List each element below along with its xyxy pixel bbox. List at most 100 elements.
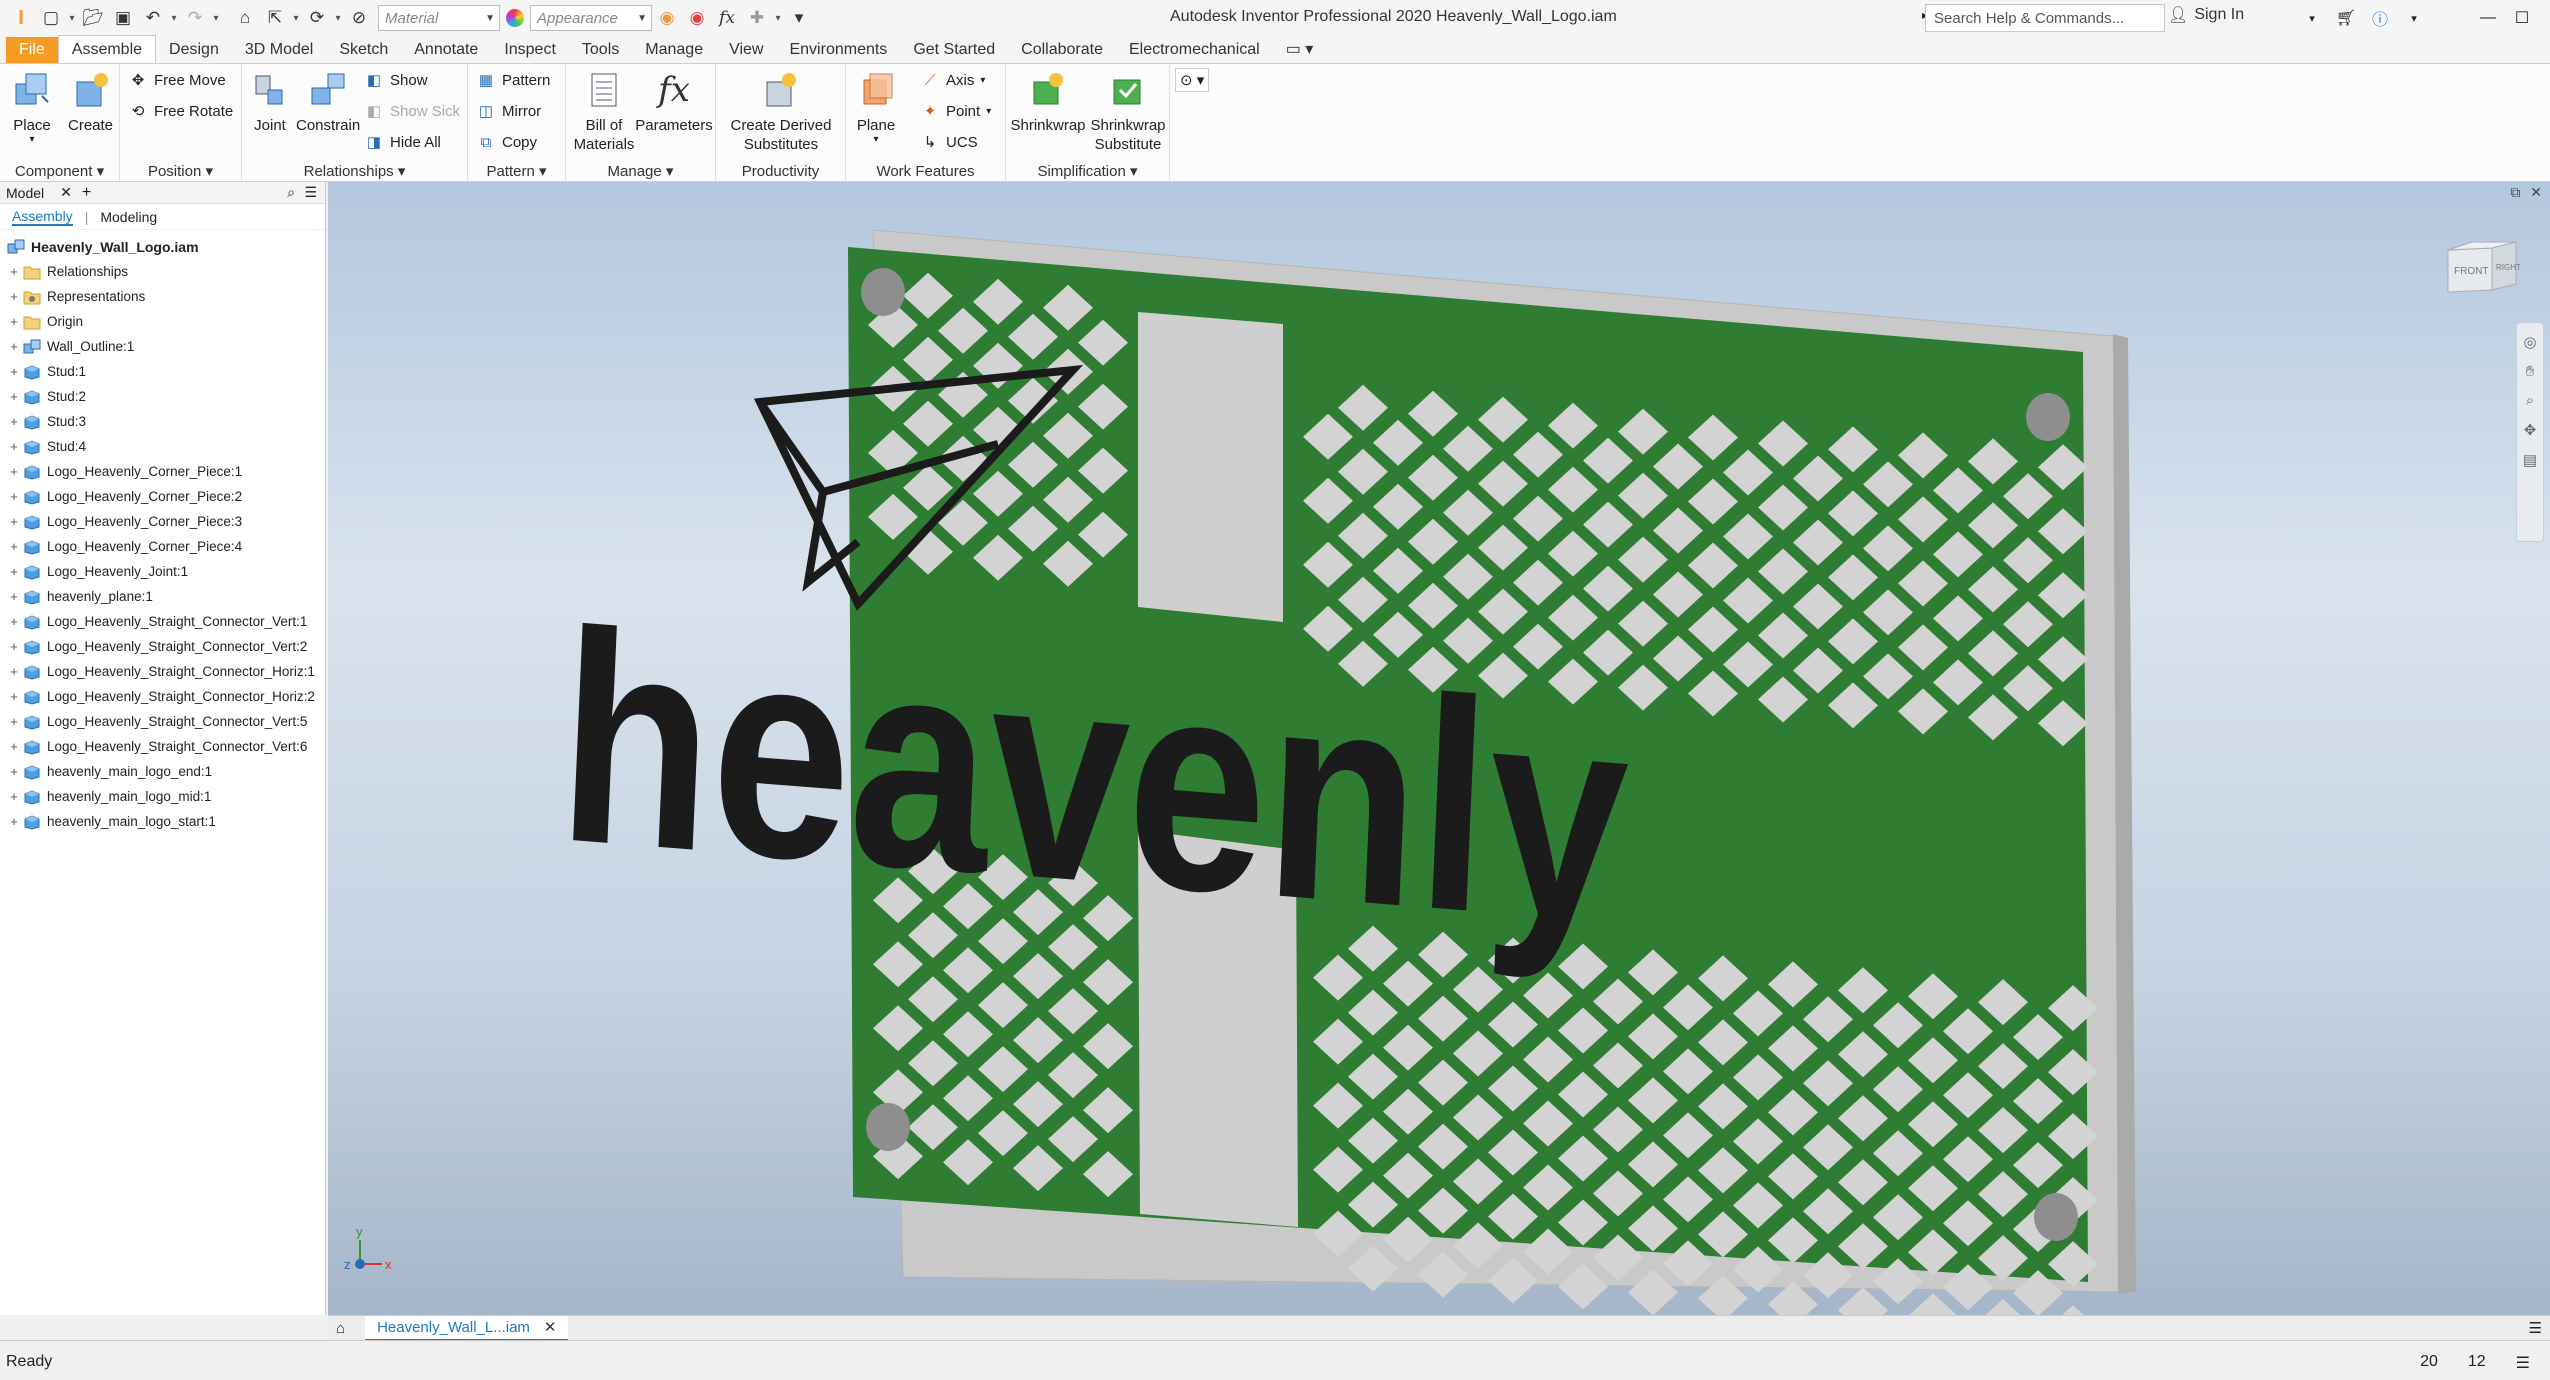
tab-inspect[interactable]: Inspect bbox=[491, 37, 569, 63]
tree-item[interactable]: + Stud:1 bbox=[0, 359, 325, 384]
constrain-button[interactable]: Constrain bbox=[296, 68, 360, 135]
search-icon[interactable]: ⌕ bbox=[287, 184, 295, 201]
expand-icon[interactable]: + bbox=[6, 714, 22, 729]
tab-collaborate[interactable]: Collaborate bbox=[1008, 37, 1116, 63]
close-icon[interactable]: ✕ bbox=[2539, 4, 2550, 32]
adjust-appearance-icon[interactable]: ◉ bbox=[652, 3, 682, 33]
expand-icon[interactable]: + bbox=[6, 739, 22, 754]
close-browser-icon[interactable]: ✕ bbox=[60, 184, 72, 201]
tab-assembly[interactable]: Assembly bbox=[12, 208, 73, 226]
ribbon-extra-dropdown[interactable]: ⊙ ▾ bbox=[1175, 68, 1210, 92]
simplification-panel-title[interactable]: Simplification ▾ bbox=[1006, 162, 1169, 180]
help-search-input[interactable]: Search Help & Commands... bbox=[1925, 4, 2165, 32]
tree-item[interactable]: + Logo_Heavenly_Corner_Piece:4 bbox=[0, 534, 325, 559]
expand-icon[interactable]: + bbox=[6, 539, 22, 554]
manage-panel-title[interactable]: Manage ▾ bbox=[566, 162, 715, 180]
tree-item[interactable]: + Logo_Heavenly_Joint:1 bbox=[0, 559, 325, 584]
tree-item[interactable]: + Logo_Heavenly_Corner_Piece:3 bbox=[0, 509, 325, 534]
tree-item[interactable]: + Logo_Heavenly_Straight_Connector_Horiz:… bbox=[0, 659, 325, 684]
redo-dropdown-icon[interactable]: ▾ bbox=[210, 13, 222, 24]
add-dropdown-icon[interactable]: ▾ bbox=[772, 13, 784, 24]
expand-icon[interactable]: + bbox=[6, 289, 22, 304]
bill-of-materials-button[interactable]: Bill of Materials bbox=[568, 68, 640, 154]
menu-icon[interactable]: ☰ bbox=[304, 184, 317, 201]
home-icon[interactable]: ⌂ bbox=[230, 3, 260, 33]
expand-icon[interactable]: + bbox=[6, 464, 22, 479]
position-panel-title[interactable]: Position ▾ bbox=[120, 162, 241, 180]
help-dropdown-icon[interactable]: ▾ bbox=[2397, 4, 2431, 32]
orbit-icon[interactable]: ✥ bbox=[2524, 421, 2537, 439]
expand-icon[interactable]: + bbox=[6, 664, 22, 679]
tree-item[interactable]: + Logo_Heavenly_Straight_Connector_Vert:1 bbox=[0, 609, 325, 634]
axis-button[interactable]: ⟋ Axis ▾ bbox=[920, 68, 986, 92]
zoom-icon[interactable]: ⌕ bbox=[2526, 392, 2534, 409]
inventor-logo-icon[interactable]: I bbox=[6, 3, 36, 33]
expand-icon[interactable]: + bbox=[6, 589, 22, 604]
tree-item[interactable]: + Stud:3 bbox=[0, 409, 325, 434]
plane-button[interactable]: Plane ▾ bbox=[854, 68, 898, 145]
tab-assemble[interactable]: Assemble bbox=[57, 35, 157, 63]
tab-environments[interactable]: Environments bbox=[776, 37, 900, 63]
material-selector[interactable]: Material ▼ bbox=[378, 5, 500, 31]
parameters-button[interactable]: fx Parameters bbox=[632, 68, 716, 135]
pattern-button[interactable]: ▦ Pattern bbox=[476, 68, 550, 92]
expand-icon[interactable]: + bbox=[6, 639, 22, 654]
cart-icon[interactable]: 🛒︎ bbox=[2329, 4, 2363, 32]
graphics-viewport[interactable]: heavenly y x z FRONT RIGHT ⧉ ✕ ◎ ✋︎ ⌕ ✥ … bbox=[328, 182, 2550, 1315]
tab-design[interactable]: Design bbox=[156, 37, 232, 63]
tab-manage[interactable]: Manage bbox=[632, 37, 716, 63]
tree-item[interactable]: + Logo_Heavenly_Straight_Connector_Vert:5 bbox=[0, 709, 325, 734]
expand-icon[interactable]: + bbox=[6, 314, 22, 329]
documents-menu-icon[interactable]: ☰ bbox=[2529, 1319, 2542, 1337]
tab-sketch[interactable]: Sketch bbox=[326, 37, 401, 63]
free-rotate-button[interactable]: ⟲ Free Rotate bbox=[128, 99, 234, 123]
create-derived-substitutes-button[interactable]: Create Derived Substitutes bbox=[720, 68, 842, 154]
expand-icon[interactable]: + bbox=[6, 689, 22, 704]
update-dropdown-icon[interactable]: ▾ bbox=[332, 13, 344, 24]
ucs-button[interactable]: ↳ UCS bbox=[920, 130, 978, 154]
close-document-icon[interactable]: ✕ bbox=[544, 1318, 557, 1336]
tree-item[interactable]: + Logo_Heavenly_Corner_Piece:2 bbox=[0, 484, 325, 509]
expand-icon[interactable]: + bbox=[6, 364, 22, 379]
tree-root[interactable]: Heavenly_Wall_Logo.iam bbox=[0, 234, 325, 259]
copy-button[interactable]: ⧉ Copy bbox=[476, 130, 537, 154]
redo-icon[interactable]: ↷ bbox=[180, 3, 210, 33]
sign-in-button[interactable]: 👤︎ Sign In bbox=[2168, 5, 2244, 25]
select-dropdown-icon[interactable]: ▾ bbox=[290, 13, 302, 24]
tab-annotate[interactable]: Annotate bbox=[401, 37, 491, 63]
fx-parameters-icon[interactable]: fx bbox=[712, 3, 742, 33]
place-button[interactable]: Place ▾ bbox=[10, 68, 54, 145]
mirror-button[interactable]: ◫ Mirror bbox=[476, 99, 541, 123]
select-icon[interactable]: ⇱ bbox=[260, 3, 290, 33]
minimize-icon[interactable]: — bbox=[2471, 4, 2505, 32]
add-icon[interactable]: ✚ bbox=[742, 3, 772, 33]
show-button[interactable]: ◧ Show bbox=[364, 68, 428, 92]
tree-item[interactable]: + Stud:2 bbox=[0, 384, 325, 409]
tree-item[interactable]: + Logo_Heavenly_Corner_Piece:1 bbox=[0, 459, 325, 484]
tree-item[interactable]: + Logo_Heavenly_Straight_Connector_Horiz:… bbox=[0, 684, 325, 709]
tree-item[interactable]: + heavenly_main_logo_mid:1 bbox=[0, 784, 325, 809]
expand-icon[interactable]: + bbox=[6, 264, 22, 279]
expand-icon[interactable]: + bbox=[6, 614, 22, 629]
tree-item[interactable]: + Logo_Heavenly_Straight_Connector_Vert:6 bbox=[0, 734, 325, 759]
help-icon[interactable]: ⓘ bbox=[2363, 4, 2397, 32]
shrinkwrap-substitute-button[interactable]: Shrinkwrap Substitute bbox=[1086, 68, 1170, 154]
expand-icon[interactable]: + bbox=[6, 389, 22, 404]
look-at-icon[interactable]: ▤ bbox=[2523, 451, 2537, 469]
hide-all-button[interactable]: ◨ Hide All bbox=[364, 130, 441, 154]
free-move-button[interactable]: ✥ Free Move bbox=[128, 68, 226, 92]
undo-dropdown-icon[interactable]: ▾ bbox=[168, 13, 180, 24]
tree-item[interactable]: + heavenly_main_logo_start:1 bbox=[0, 809, 325, 834]
expand-icon[interactable]: + bbox=[6, 339, 22, 354]
ribbon-display-options-icon[interactable]: ▭ ▾ bbox=[1273, 37, 1327, 63]
tab-get-started[interactable]: Get Started bbox=[900, 37, 1008, 63]
tree-item[interactable]: + Logo_Heavenly_Straight_Connector_Vert:2 bbox=[0, 634, 325, 659]
maximize-icon[interactable]: ☐ bbox=[2505, 4, 2539, 32]
expand-icon[interactable]: + bbox=[6, 514, 22, 529]
tree-item[interactable]: + Relationships bbox=[0, 259, 325, 284]
add-browser-icon[interactable]: + bbox=[82, 184, 91, 202]
new-file-icon[interactable]: ▢ bbox=[36, 3, 66, 33]
shrinkwrap-button[interactable]: Shrinkwrap bbox=[1008, 68, 1088, 135]
document-tab[interactable]: Heavenly_Wall_L...iam ✕ bbox=[365, 1315, 569, 1341]
steering-wheel-icon[interactable]: ◎ bbox=[2523, 333, 2536, 351]
